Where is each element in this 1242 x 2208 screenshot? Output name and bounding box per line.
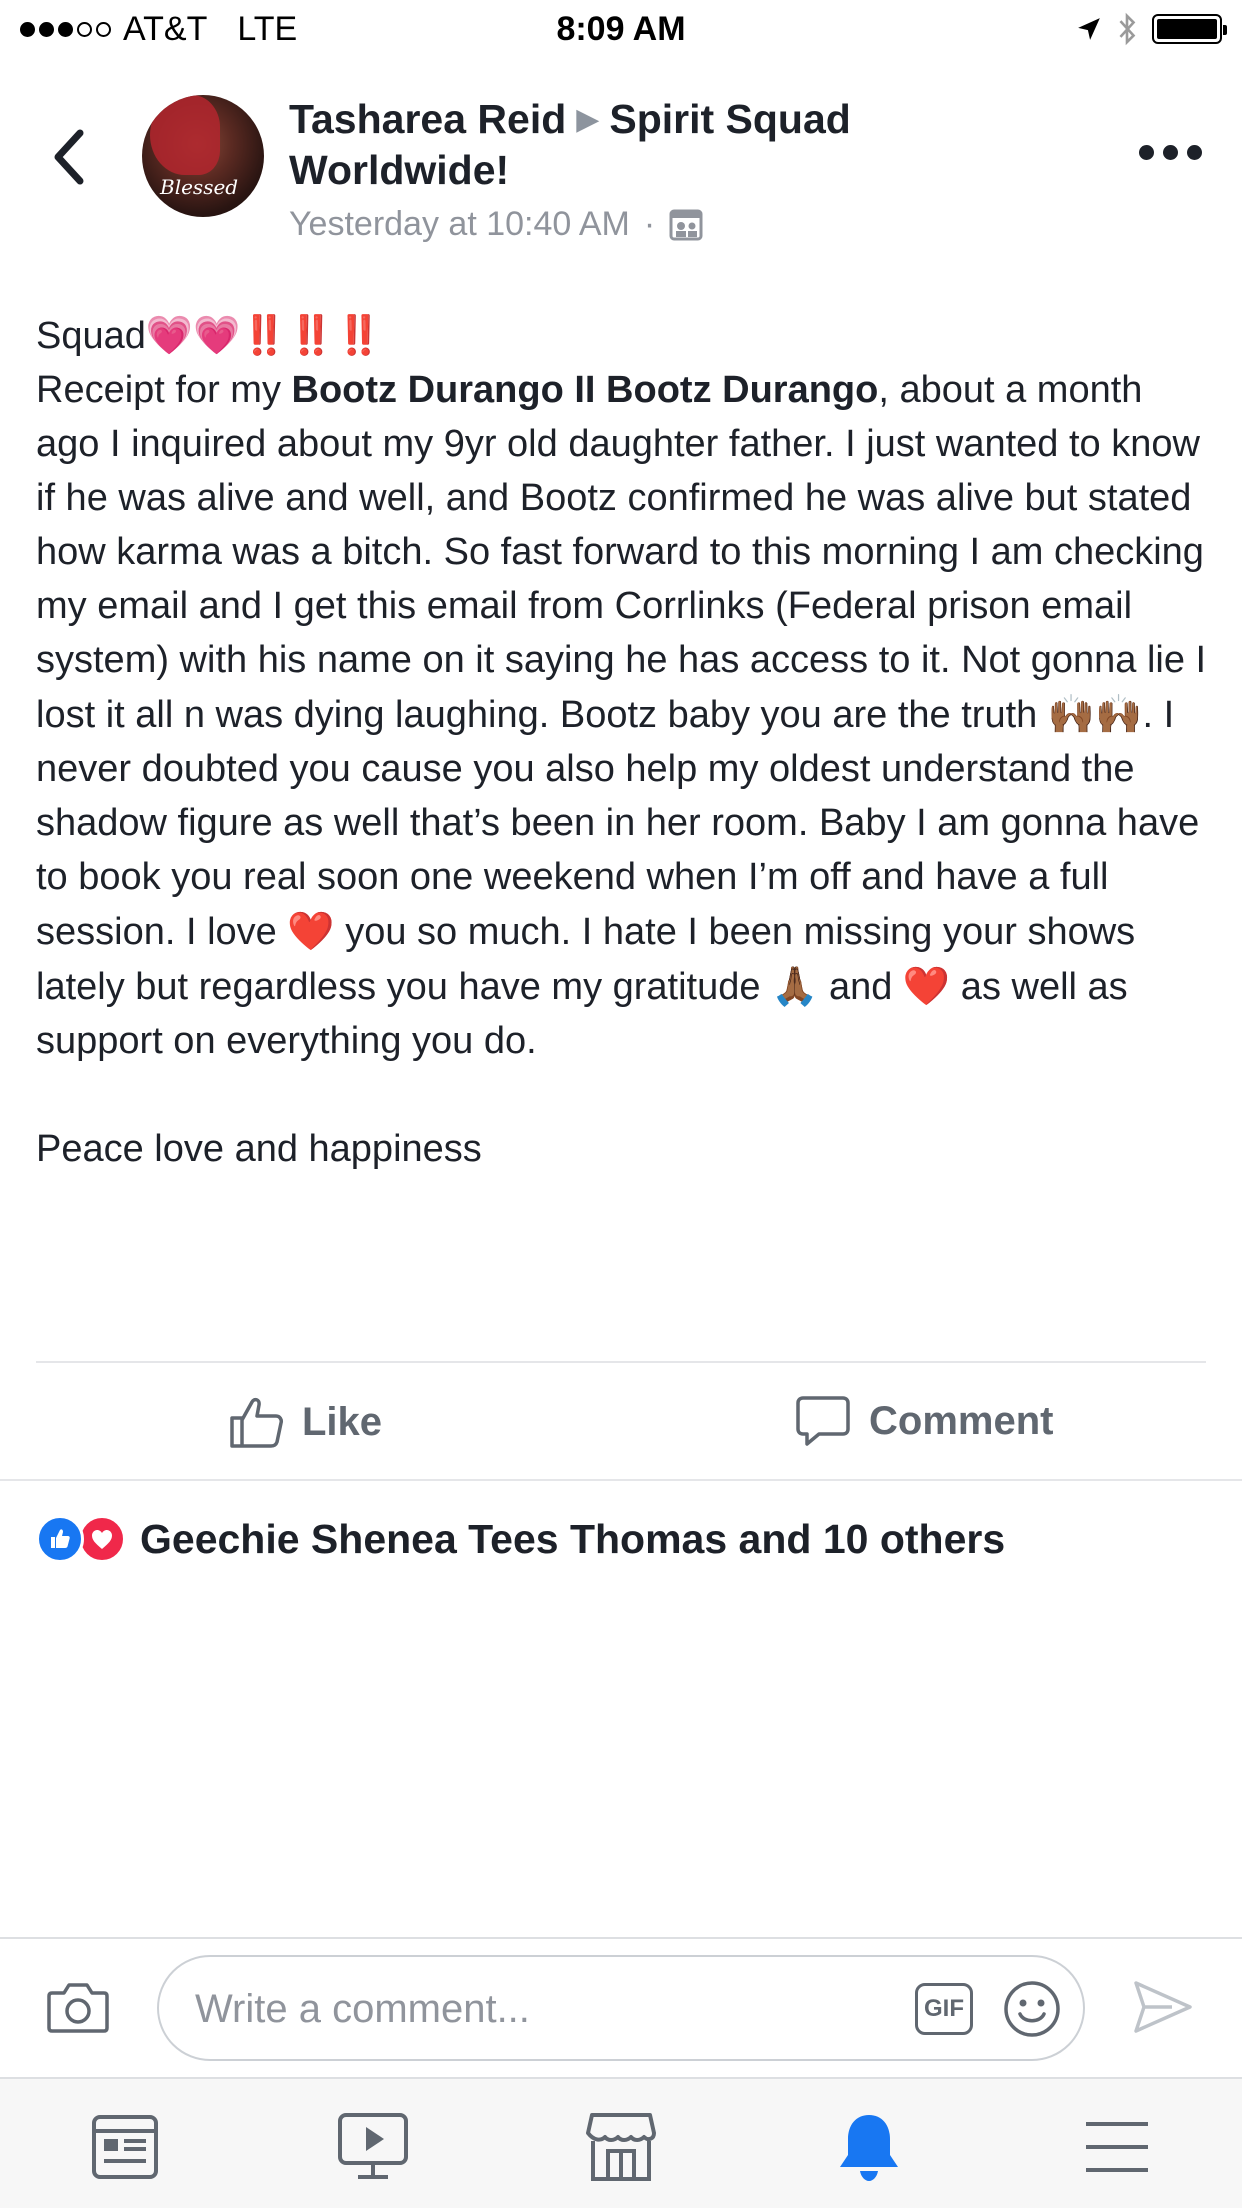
emoji-raised-hands: 🙌🏾🙌🏾 [1047, 692, 1143, 736]
storefront-icon [586, 2113, 656, 2181]
post-actions: Like Comment [0, 1364, 1242, 1480]
like-reaction-icon [36, 1515, 84, 1563]
divider [36, 1361, 1206, 1363]
more-dot-icon [1187, 145, 1202, 160]
post-body: Squad💗💗‼️‼️‼️ Receipt for my Bootz Duran… [36, 308, 1211, 1176]
mention-link[interactable]: Bootz Durango II Bootz Durango [292, 369, 879, 411]
avatar-caption: Blessed [160, 175, 239, 199]
post-paragraph: Receipt for my Bootz Durango II Bootz Du… [36, 363, 1211, 1068]
sticker-button[interactable] [1002, 1979, 1062, 2044]
post-text: Receipt for my [36, 369, 292, 411]
group-privacy-icon [669, 209, 703, 240]
post-text: Squad [36, 315, 146, 357]
status-time: 8:09 AM [556, 10, 686, 48]
emoji-sparkling-hearts: 💗💗‼️‼️‼️ [145, 313, 383, 357]
comment-placeholder: Write a comment... [195, 1987, 530, 2031]
hamburger-menu-icon [1086, 2122, 1148, 2172]
thumbs-up-icon [230, 1397, 283, 1448]
smiley-icon [1004, 1981, 1060, 2037]
tab-marketplace[interactable] [581, 2107, 661, 2187]
divider [0, 1479, 1242, 1481]
back-button[interactable] [44, 122, 94, 192]
tab-notifications[interactable] [829, 2107, 909, 2187]
post-text: , about a month ago I inquired about my … [36, 369, 1207, 736]
emoji-praying-hands: 🙏🏾 [771, 964, 819, 1008]
post-meta: Yesterday at 10:40 AM · [289, 205, 703, 244]
love-reaction-icon [78, 1515, 126, 1563]
tab-watch[interactable] [333, 2107, 413, 2187]
status-right [1076, 12, 1227, 46]
comment-composer: Write a comment... GIF [0, 1937, 1242, 2077]
gif-button[interactable]: GIF [915, 1983, 973, 2035]
location-arrow-icon [1078, 18, 1100, 40]
more-dot-icon [1163, 145, 1178, 160]
reactions-summary[interactable]: Geechie Shenea Tees Thomas and 10 others [36, 1515, 1005, 1563]
avatar[interactable]: Blessed [142, 95, 264, 217]
battery-icon [1152, 14, 1227, 44]
triangle-right-icon: ▶ [576, 103, 600, 136]
more-dot-icon [1139, 145, 1154, 160]
post-text: and [818, 966, 903, 1008]
send-arrow-icon [1134, 1981, 1192, 2033]
status-bar: AT&T LTE 8:09 AM [0, 0, 1242, 60]
more-options-button[interactable] [1139, 145, 1202, 160]
camera-button[interactable] [46, 1979, 110, 2040]
news-feed-icon [92, 2115, 158, 2179]
video-play-icon [338, 2113, 408, 2179]
post-text: Peace love and happiness [36, 1128, 482, 1170]
reactors-text: Geechie Shenea Tees Thomas and 10 others [140, 1515, 1006, 1562]
like-button[interactable]: Like [228, 1394, 382, 1450]
comment-input[interactable]: Write a comment... GIF [157, 1955, 1085, 2061]
bell-icon [840, 2115, 898, 2181]
post-header-title: Tasharea Reid ▶ Spirit Squad Worldwide! [289, 94, 969, 195]
emoji-heart: ❤️ [287, 909, 335, 953]
send-button[interactable] [1132, 1979, 1194, 2040]
camera-icon [47, 1983, 109, 2033]
post-paragraph: Squad💗💗‼️‼️‼️ [36, 308, 1211, 363]
bluetooth-icon [1119, 12, 1136, 46]
tab-news-feed[interactable] [85, 2107, 165, 2187]
speech-bubble-icon [796, 1396, 850, 1446]
emoji-heart: ❤️ [902, 964, 951, 1008]
chevron-left-icon [54, 129, 84, 185]
like-label: Like [302, 1399, 383, 1444]
author-name[interactable]: Tasharea Reid [289, 96, 566, 142]
meta-separator: · [643, 205, 656, 243]
comment-label: Comment [869, 1398, 1054, 1443]
tab-menu[interactable] [1077, 2107, 1157, 2187]
bottom-tab-bar [0, 2077, 1242, 2208]
comment-button[interactable]: Comment [795, 1394, 1053, 1448]
post-timestamp[interactable]: Yesterday at 10:40 AM [289, 205, 630, 244]
post-paragraph: Peace love and happiness [36, 1122, 1211, 1176]
